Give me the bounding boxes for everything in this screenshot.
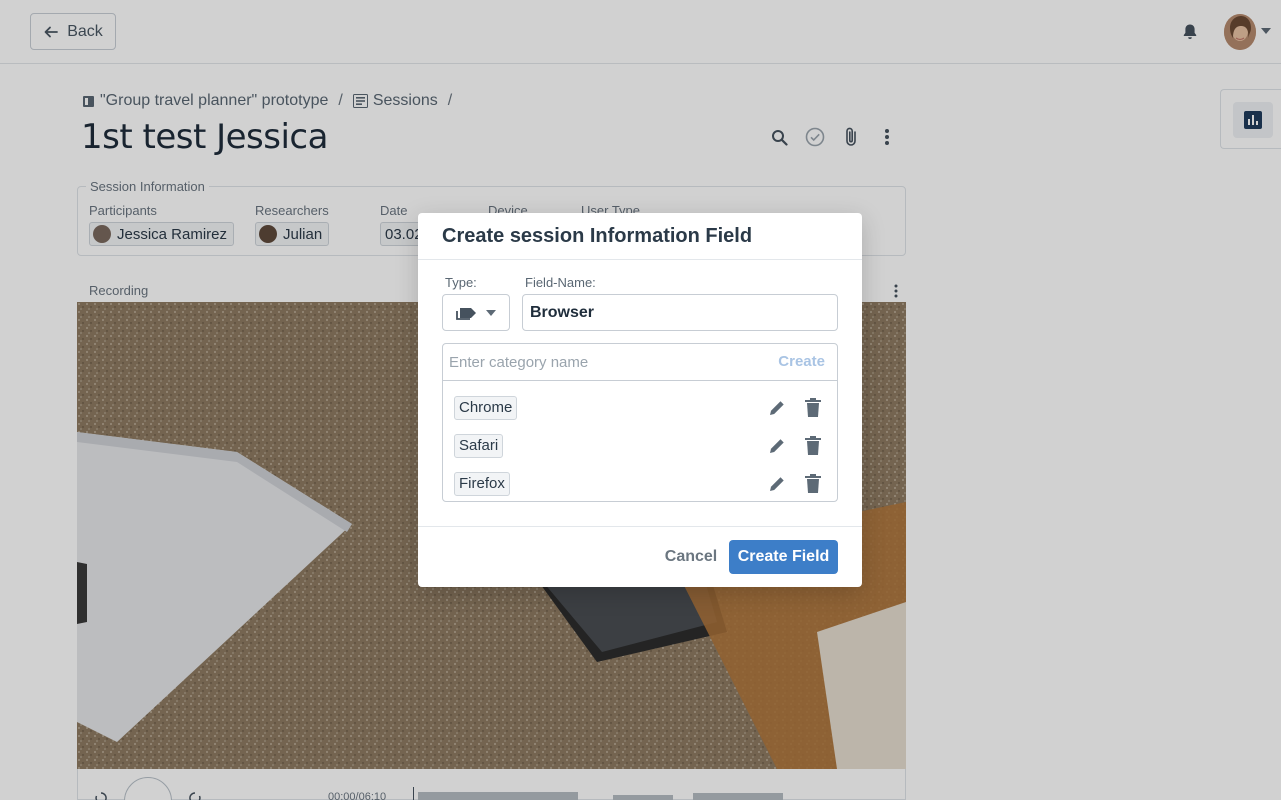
cancel-button[interactable]: Cancel [648, 540, 734, 574]
category-chip: Firefox [454, 472, 510, 496]
dialog-title: Create session Information Field [442, 225, 753, 247]
create-category-button[interactable]: Create [778, 353, 825, 370]
category-chip: Safari [454, 434, 504, 458]
field-name-label: Field-Name: [525, 275, 596, 290]
list-item: Chrome [443, 389, 837, 427]
pencil-icon[interactable] [768, 399, 786, 417]
category-name-input[interactable] [449, 349, 759, 375]
label-icon [456, 307, 476, 320]
list-item: Firefox [443, 465, 837, 503]
category-input-row: Create [443, 344, 837, 381]
list-item: Safari [443, 427, 837, 465]
type-label: Type: [445, 275, 477, 290]
type-select[interactable] [442, 294, 510, 331]
pencil-icon[interactable] [768, 437, 786, 455]
trash-icon[interactable] [805, 398, 821, 417]
create-field-button[interactable]: Create Field [729, 540, 838, 574]
pencil-icon[interactable] [768, 475, 786, 493]
category-list: Create Chrome Safari Firefox [442, 343, 838, 502]
trash-icon[interactable] [805, 436, 821, 455]
trash-icon[interactable] [805, 474, 821, 493]
dialog-header-divider [418, 259, 862, 260]
chevron-down-icon [486, 309, 496, 316]
dialog-footer-divider [418, 526, 862, 527]
create-field-dialog: Create session Information Field Type: F… [418, 213, 862, 587]
field-name-input[interactable] [522, 294, 838, 331]
category-chip: Chrome [454, 396, 518, 420]
